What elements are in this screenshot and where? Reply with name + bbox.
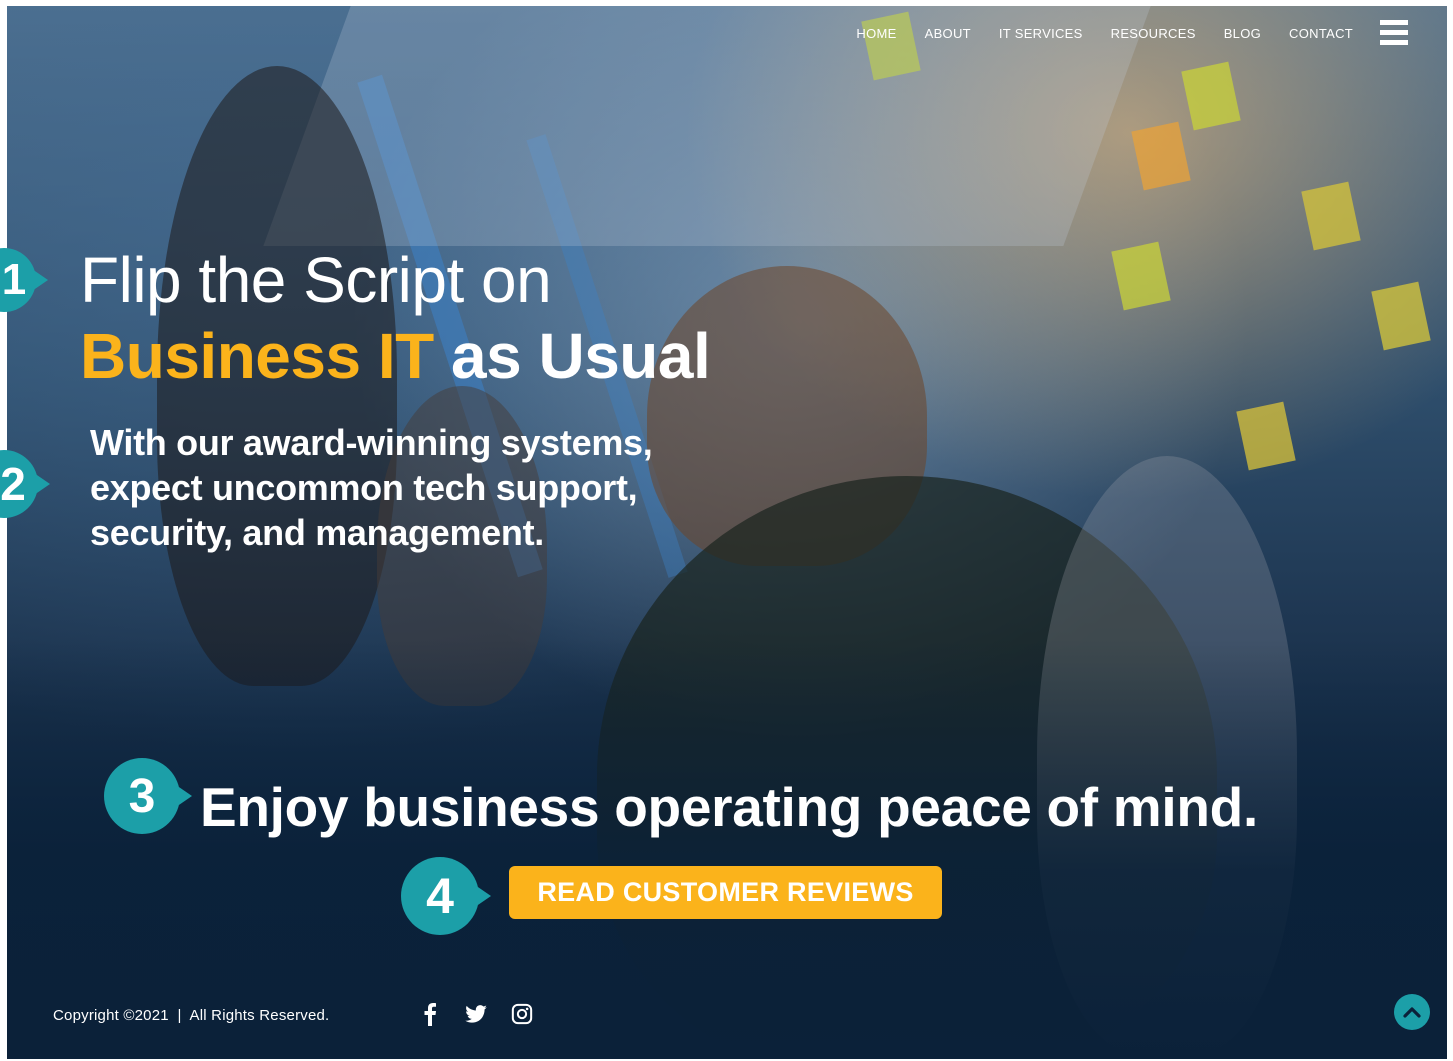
nav-item-blog[interactable]: BLOG [1224, 26, 1261, 42]
hero-tagline: Enjoy business operating peace of mind. [200, 776, 1258, 838]
headline-accent: Business IT [80, 320, 434, 392]
headline-line-1: Flip the Script on [80, 244, 552, 316]
marker-arrow [34, 473, 50, 495]
marker-number: 3 [128, 769, 156, 823]
hamburger-icon[interactable] [1380, 20, 1408, 46]
instagram-icon[interactable] [510, 1002, 534, 1026]
hero-subtext: With our award-winning systems, expect u… [90, 422, 653, 553]
sticky-note [1181, 61, 1241, 131]
chevron-up-icon [1403, 1007, 1421, 1018]
hero-headline: Flip the Script on Business IT as Usual [80, 242, 711, 394]
nav-item-home[interactable]: HOME [856, 26, 896, 42]
nav-item-resources[interactable]: RESOURCES [1111, 26, 1196, 42]
main-nav: HOME ABOUT IT SERVICES RESOURCES BLOG CO… [828, 26, 1353, 42]
social-links [418, 1002, 534, 1026]
callout-marker-4: 4 [401, 857, 491, 935]
nav-item-it-services[interactable]: IT SERVICES [999, 26, 1083, 42]
sticky-note [1111, 241, 1171, 311]
sticky-note [1236, 401, 1296, 471]
copyright-text: Copyright ©2021 | All Rights Reserved. [53, 1007, 330, 1024]
headline-rest: as Usual [433, 320, 711, 392]
marker-arrow [176, 785, 192, 807]
marker-number: 2 [0, 458, 26, 510]
nav-item-about[interactable]: ABOUT [925, 26, 971, 42]
marker-number: 4 [426, 868, 454, 924]
marker-circle: 4 [401, 857, 479, 935]
sticky-note [1371, 281, 1431, 351]
nav-item-contact[interactable]: CONTACT [1289, 26, 1353, 42]
background-ceiling [263, 6, 1151, 246]
callout-marker-3: 3 [104, 758, 192, 834]
marker-arrow [475, 885, 491, 907]
bottom-gradient-overlay [7, 639, 1447, 1059]
marker-arrow [32, 269, 48, 291]
sticky-note [1301, 181, 1361, 251]
marker-circle: 1 [0, 248, 36, 312]
marker-circle: 3 [104, 758, 180, 834]
twitter-icon[interactable] [464, 1002, 488, 1026]
marker-number: 1 [1, 255, 27, 304]
facebook-icon[interactable] [418, 1002, 442, 1026]
sticky-note [1131, 121, 1191, 191]
headline-line-2: Business IT as Usual [80, 318, 711, 394]
callout-marker-2: 2 [0, 450, 50, 518]
read-reviews-button[interactable]: READ CUSTOMER REVIEWS [509, 866, 942, 919]
callout-marker-1: 1 [0, 248, 48, 312]
back-to-top-button[interactable] [1394, 994, 1430, 1030]
marker-circle: 2 [0, 450, 38, 518]
